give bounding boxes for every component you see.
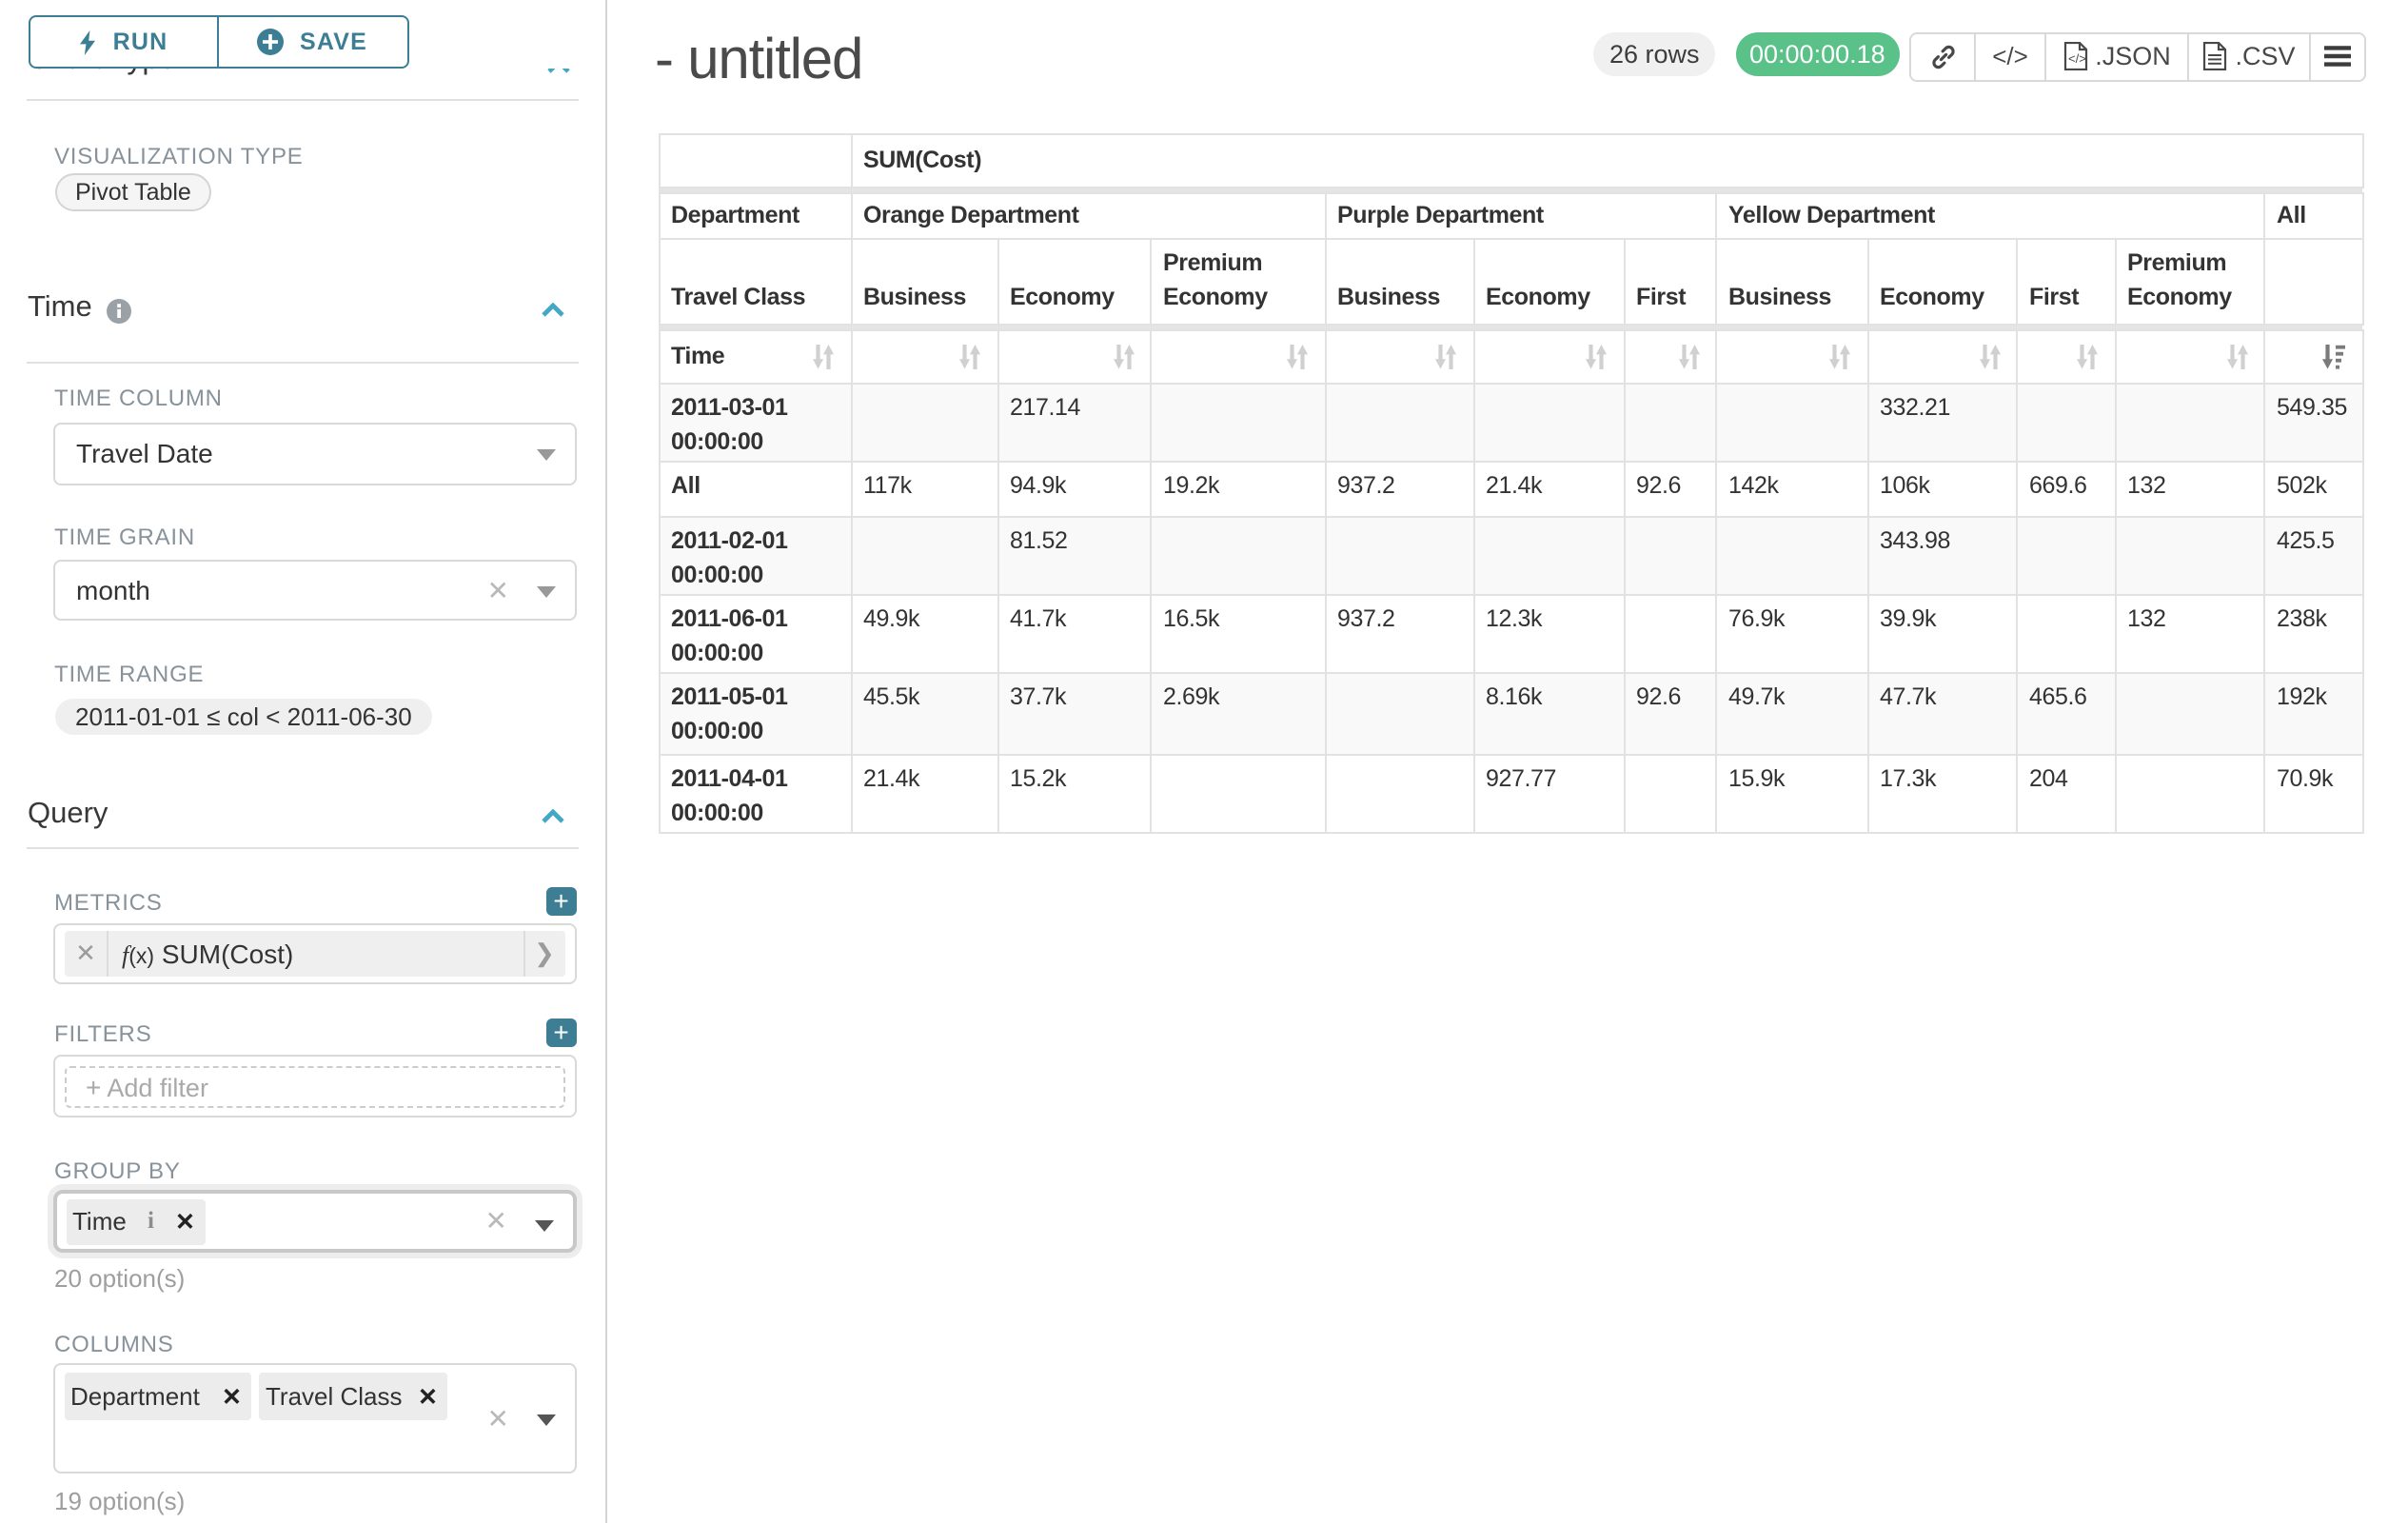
svg-text:</>: </> [2067, 52, 2085, 67]
